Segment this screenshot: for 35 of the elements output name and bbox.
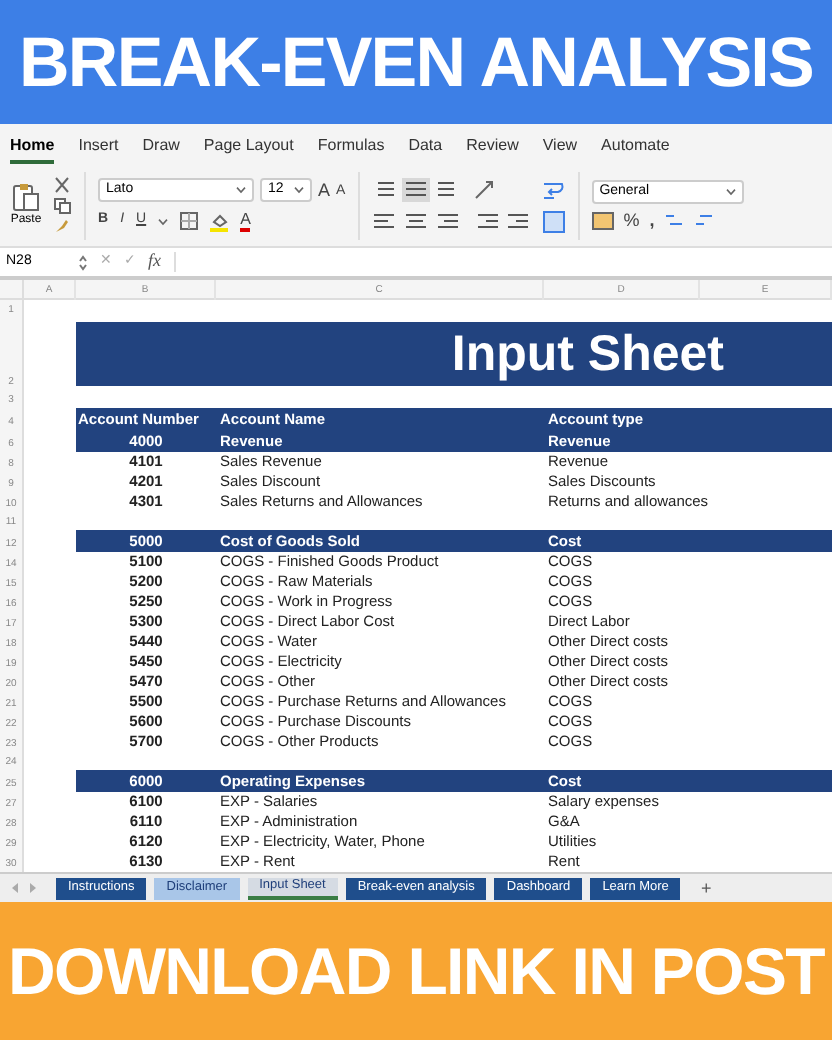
ribbon-tab[interactable]: Review: [466, 138, 519, 164]
comma-style-button[interactable]: ,: [649, 212, 655, 230]
wrap-text-icon[interactable]: [541, 177, 566, 201]
merge-cells-icon[interactable]: [541, 209, 566, 233]
dropdown-caret-icon[interactable]: [725, 188, 736, 196]
function-button[interactable]: fx: [148, 248, 161, 276]
align-left-icon[interactable]: [371, 209, 400, 233]
fill-color-icon[interactable]: [210, 211, 229, 231]
ribbon-tab[interactable]: Formulas: [317, 138, 385, 164]
banner-title: BREAK-EVEN ANALYSIS: [19, 27, 813, 97]
font-color-button[interactable]: A: [240, 211, 251, 231]
currency-icon[interactable]: [591, 212, 614, 230]
ribbon-tab[interactable]: Draw: [142, 138, 180, 164]
stepper-icon[interactable]: [78, 253, 88, 271]
dropdown-caret-icon[interactable]: [294, 186, 304, 195]
sheet-title: Input Sheet: [451, 329, 724, 379]
align-center-icon[interactable]: [401, 209, 430, 233]
ribbon-tab[interactable]: Data: [408, 138, 443, 164]
clipboard-icon[interactable]: [10, 180, 42, 212]
borders-icon[interactable]: [180, 212, 199, 230]
decrease-decimal-icon[interactable]: [694, 212, 715, 230]
ribbon-tab[interactable]: Page Layout: [203, 138, 294, 164]
copy-icon[interactable]: [54, 198, 72, 214]
ribbon-tab[interactable]: Insert: [78, 138, 119, 164]
increase-decimal-icon[interactable]: [664, 212, 685, 230]
dropdown-caret-icon[interactable]: [236, 186, 246, 195]
align-middle-icon[interactable]: [401, 177, 430, 201]
banner-text: DOWNLOAD LINK IN POST: [8, 938, 824, 1004]
ribbon-tab[interactable]: View: [542, 138, 578, 164]
ribbon-tab[interactable]: Automate: [601, 138, 670, 164]
text-orientation-icon[interactable]: [471, 177, 496, 201]
add-sheet-button[interactable]: +: [700, 879, 712, 897]
percent-button[interactable]: %: [623, 212, 640, 230]
grow-font-button[interactable]: A: [318, 181, 331, 200]
dropdown-caret-icon[interactable]: [158, 217, 169, 225]
